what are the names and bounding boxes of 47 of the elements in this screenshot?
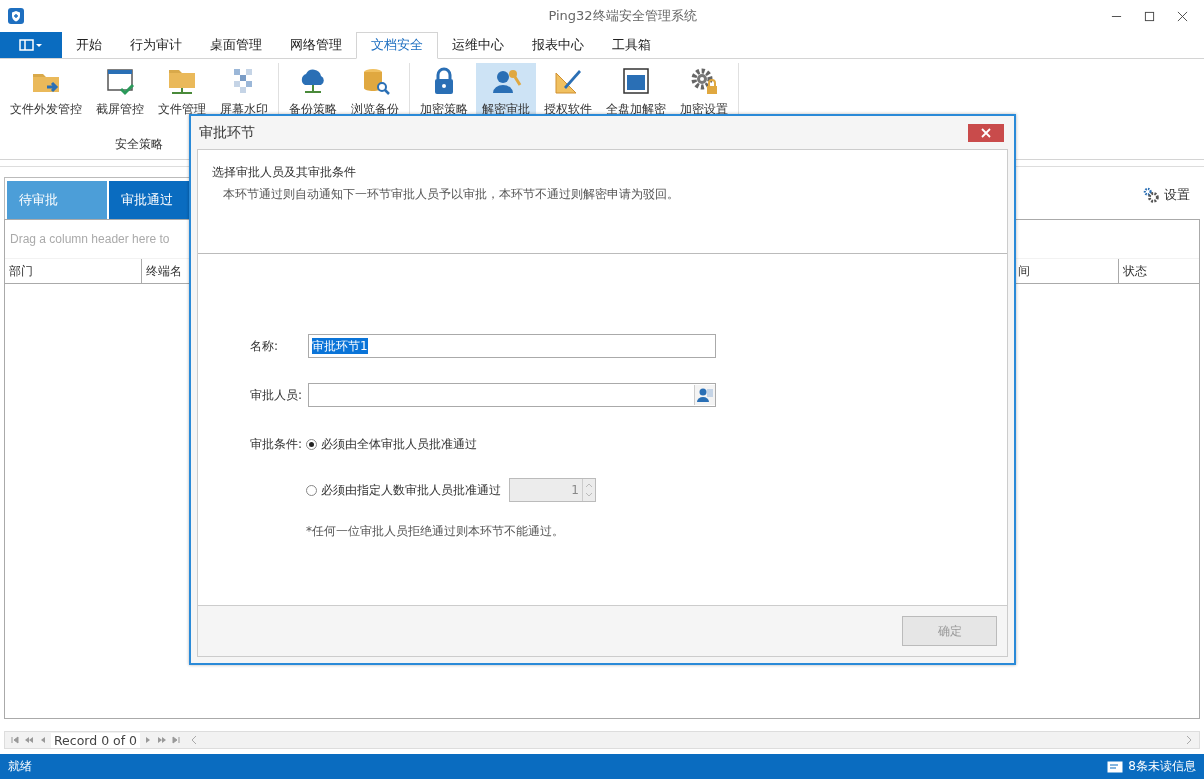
ribbon-button[interactable]: 截屏管控 xyxy=(90,63,150,122)
dialog-title: 审批环节 xyxy=(199,123,255,142)
menu-tab[interactable]: 报表中心 xyxy=(518,32,598,58)
window-title: Ping32终端安全管理系统 xyxy=(547,7,697,25)
menu-tab[interactable]: 行为审计 xyxy=(116,32,196,58)
menu-tab[interactable]: 桌面管理 xyxy=(196,32,276,58)
field-label: 名称: xyxy=(250,338,280,355)
dialog-description: 本环节通过则自动通知下一环节审批人员予以审批，本环节不通过则解密申请为驳回。 xyxy=(222,186,680,203)
radio-option[interactable]: 必须由指定人数审批人员批准通过 xyxy=(306,481,501,499)
last-page-icon[interactable] xyxy=(170,735,183,745)
text-field[interactable]: 审批环节1 xyxy=(308,334,716,358)
field-label: 审批人员: xyxy=(250,387,304,404)
ribbon-button[interactable]: 备份策略 xyxy=(283,63,343,122)
column-header[interactable]: 状态 xyxy=(1119,259,1199,283)
text-field[interactable] xyxy=(308,383,716,407)
previous-page-icon[interactable] xyxy=(23,735,35,745)
menu-tab[interactable]: 运维中心 xyxy=(438,32,518,58)
app-menu-button[interactable] xyxy=(0,32,62,58)
note-text: *任何一位审批人员拒绝通过则本环节不能通过。 xyxy=(305,523,565,540)
menu-tab[interactable]: 开始 xyxy=(62,32,116,58)
column-header[interactable]: 部门 xyxy=(5,259,142,283)
panel-caret-icon[interactable] xyxy=(19,39,43,51)
ribbon-button[interactable]: 屏幕水印 xyxy=(214,63,274,122)
settings-icon[interactable] xyxy=(1143,186,1160,204)
dialog-heading: 选择审批人员及其审批条件 xyxy=(212,164,357,181)
close-icon[interactable] xyxy=(1177,10,1188,22)
app-logo-icon xyxy=(8,8,24,24)
window-icon[interactable] xyxy=(620,65,652,97)
ribbon-group-label: 安全策略 xyxy=(115,137,163,151)
first-page-icon[interactable] xyxy=(9,735,21,745)
ribbon-button[interactable]: 文件外发管控 xyxy=(4,63,88,122)
message-icon[interactable] xyxy=(1107,760,1124,773)
ribbon-button[interactable]: 加密策略 xyxy=(414,63,474,122)
user-picker-icon[interactable] xyxy=(694,385,715,405)
menu-tab[interactable]: 工具箱 xyxy=(598,32,665,58)
unread-messages[interactable]: 8条未读信息 xyxy=(1128,758,1196,775)
field-label: 审批条件: xyxy=(250,436,304,453)
record-counter: Record 0 of 0 xyxy=(51,732,141,748)
settings-button[interactable]: 设置 xyxy=(1143,186,1190,204)
radio-option[interactable]: 必须由全体审批人员批准通过 xyxy=(306,435,477,453)
status-text: 就绪 xyxy=(8,758,32,775)
menu-tab[interactable]: 文档安全 xyxy=(356,32,438,59)
menu-tab[interactable]: 网络管理 xyxy=(276,32,356,58)
ribbon-button[interactable]: 授权软件 xyxy=(538,63,598,122)
ribbon-button[interactable]: 加密设置 xyxy=(674,63,734,122)
maximize-icon[interactable] xyxy=(1144,10,1155,22)
close-button[interactable] xyxy=(968,123,1004,142)
